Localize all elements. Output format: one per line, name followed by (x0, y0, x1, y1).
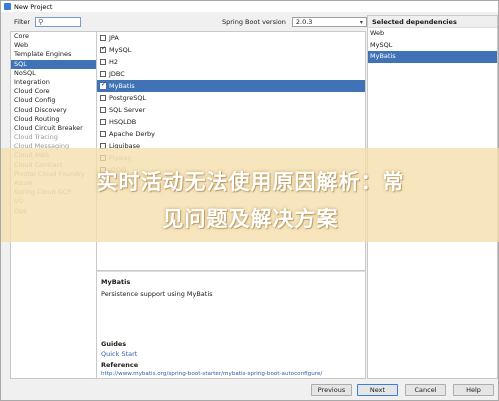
dependency-checkbox[interactable] (100, 131, 106, 137)
search-icon: ⚲ (38, 18, 44, 26)
filter-input[interactable]: ⚲ (35, 17, 82, 27)
filter-row: Filter ⚲ (14, 17, 82, 27)
selected-dependency-item[interactable]: MySQL (368, 40, 497, 52)
reference-link[interactable]: http://www.mybatis.org/spring-boot-start… (101, 371, 322, 377)
dependency-checkbox[interactable] (100, 59, 106, 65)
button-bar: Previous Next Cancel Help (1, 380, 498, 400)
selected-dependencies-header: Selected dependencies (368, 16, 497, 28)
dependency-checkbox[interactable] (100, 119, 106, 125)
category-item[interactable]: Cloud Core (11, 87, 96, 96)
watermark-line-1: 实时活动无法使用原因解析：常 (96, 170, 405, 194)
previous-button[interactable]: Previous (311, 384, 352, 396)
boot-version-row: Spring Boot version 2.0.3 ▾ (222, 17, 367, 27)
category-item[interactable]: Cloud Discovery (11, 106, 96, 115)
boot-version-select[interactable]: 2.0.3 ▾ (291, 17, 367, 27)
dependency-item[interactable]: JDBC (97, 68, 365, 80)
dependency-label: MyBatis (109, 82, 135, 90)
selected-dependencies-list: Web MySQL MyBatis (368, 28, 497, 63)
dependency-checkbox[interactable] (100, 107, 106, 113)
help-button[interactable]: Help (453, 384, 494, 396)
dependency-checkbox[interactable] (100, 81, 106, 89)
guides-heading: Guides (101, 340, 127, 348)
selected-dependency-item[interactable]: MyBatis (368, 51, 497, 63)
dependency-detail: MyBatis Persistence support using MyBati… (97, 271, 366, 379)
category-item[interactable]: Cloud Tracing (11, 133, 96, 142)
dependency-label: JDBC (109, 70, 125, 78)
category-item[interactable]: Cloud Config (11, 96, 96, 105)
category-item[interactable]: NoSQL (11, 69, 96, 78)
dependency-label: H2 (109, 58, 119, 66)
dependency-checkbox[interactable] (100, 71, 106, 77)
dependency-item[interactable]: MySQL (97, 44, 365, 56)
chevron-down-icon: ▾ (359, 18, 363, 26)
dependency-checkbox[interactable] (100, 95, 106, 101)
reference-heading: Reference (101, 361, 139, 369)
app-icon (4, 3, 11, 10)
watermark-line-2: 见问题及解决方案 (162, 207, 339, 231)
detail-description: Persistence support using MyBatis (101, 290, 213, 298)
category-item[interactable]: Cloud Circuit Breaker (11, 124, 96, 133)
dependency-label: SQL Server (109, 106, 146, 114)
window-title: New Project (14, 2, 53, 11)
dependency-label: PostgreSQL (109, 94, 147, 102)
boot-version-label: Spring Boot version (222, 18, 286, 26)
dependency-label: MySQL (109, 46, 132, 54)
category-item[interactable]: Core (11, 32, 96, 41)
dependency-checkbox[interactable] (100, 45, 106, 53)
category-item[interactable]: Cloud Routing (11, 115, 96, 124)
dependency-label: Apache Derby (109, 130, 155, 138)
dependency-item[interactable]: MyBatis (97, 80, 365, 92)
quick-start-link[interactable]: Quick Start (101, 350, 137, 358)
dependency-item[interactable]: JPA (97, 32, 365, 44)
detail-name: MyBatis (101, 278, 131, 286)
category-item[interactable]: Integration (11, 78, 96, 87)
dependency-item[interactable]: PostgreSQL (97, 92, 365, 104)
selected-dependency-item[interactable]: Web (368, 28, 497, 40)
category-item[interactable]: SQL (11, 59, 96, 69)
watermark-banner: 实时活动无法使用原因解析：常 见问题及解决方案 (1, 148, 499, 242)
boot-version-value: 2.0.3 (295, 18, 313, 26)
category-item[interactable]: Template Engines (11, 50, 96, 59)
filter-label: Filter (14, 18, 31, 26)
next-button[interactable]: Next (357, 384, 398, 396)
dependency-item[interactable]: SQL Server (97, 104, 365, 116)
category-item[interactable]: Web (11, 41, 96, 50)
new-project-window: New Project Filter ⚲ Spring Boot version… (0, 0, 499, 401)
dependency-label: JPA (109, 34, 119, 42)
dependency-item[interactable]: HSQLDB (97, 116, 365, 128)
dependency-checkbox[interactable] (100, 35, 106, 41)
dependency-item[interactable]: Apache Derby (97, 128, 365, 140)
dependency-label: HSQLDB (109, 118, 137, 126)
title-bar: New Project (1, 1, 498, 12)
dependency-item[interactable]: H2 (97, 56, 365, 68)
cancel-button[interactable]: Cancel (405, 384, 446, 396)
